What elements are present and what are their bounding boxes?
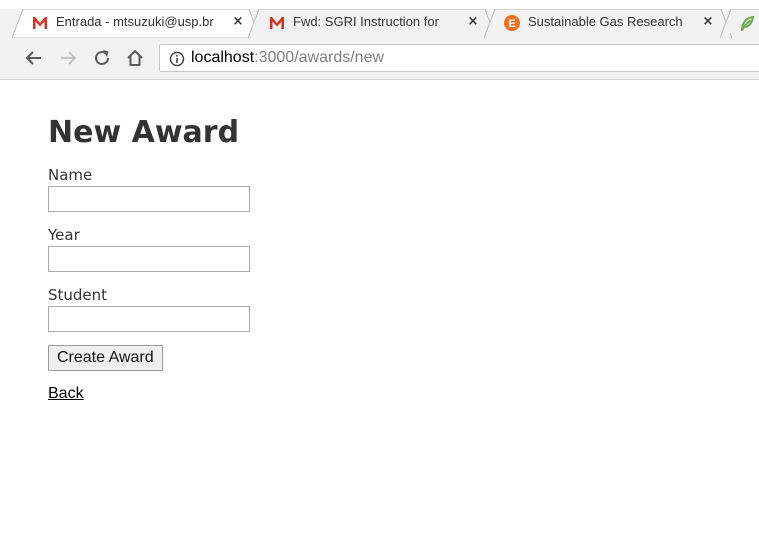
create-award-button[interactable]: Create Award — [48, 345, 163, 371]
url-host: localhost — [191, 49, 255, 66]
browser-toolbar: localhost:3000/awards/new — [0, 38, 759, 80]
gmail-icon — [32, 15, 48, 31]
tab-gmail-fwd[interactable]: Fwd: SGRI Instruction for × — [248, 9, 496, 38]
tab-sgri[interactable]: E Sustainable Gas Research × — [484, 9, 732, 38]
gmail-icon — [269, 15, 285, 31]
tab-strip: Entrada - mtsuzuki@usp.br × Fwd: SGRI In… — [0, 0, 759, 38]
page-content: New Award Name Year Student Create Award… — [0, 80, 759, 537]
sgri-e-icon: E — [504, 15, 520, 31]
back-link[interactable]: Back — [48, 384, 84, 404]
tab-title: Fwd: SGRI Instruction for — [293, 14, 439, 29]
url-text: localhost:3000/awards/new — [191, 49, 384, 67]
back-arrow-icon[interactable] — [23, 47, 45, 69]
page-title: New Award — [48, 115, 240, 150]
url-path: :3000/awards/new — [254, 49, 385, 66]
student-input[interactable] — [48, 306, 250, 332]
name-label: Name — [48, 166, 93, 184]
forward-arrow-icon[interactable] — [57, 47, 79, 69]
close-tab-icon[interactable]: × — [700, 13, 716, 29]
year-label: Year — [48, 226, 80, 244]
tab-partial[interactable] — [720, 9, 759, 38]
reload-icon[interactable] — [91, 47, 113, 69]
tab-title: Sustainable Gas Research — [528, 14, 683, 29]
svg-text:E: E — [508, 18, 515, 30]
year-input[interactable] — [48, 246, 250, 272]
close-tab-icon[interactable]: × — [230, 13, 246, 29]
tab-title: Entrada - mtsuzuki@usp.br — [56, 14, 214, 29]
close-tab-icon[interactable]: × — [465, 13, 481, 29]
tab-gmail-inbox[interactable]: Entrada - mtsuzuki@usp.br × — [12, 9, 260, 38]
info-icon[interactable] — [169, 51, 185, 67]
leaf-icon — [739, 15, 755, 31]
student-label: Student — [48, 286, 108, 304]
home-icon[interactable] — [124, 47, 146, 69]
address-bar[interactable]: localhost:3000/awards/new — [159, 44, 759, 72]
name-input[interactable] — [48, 186, 250, 212]
